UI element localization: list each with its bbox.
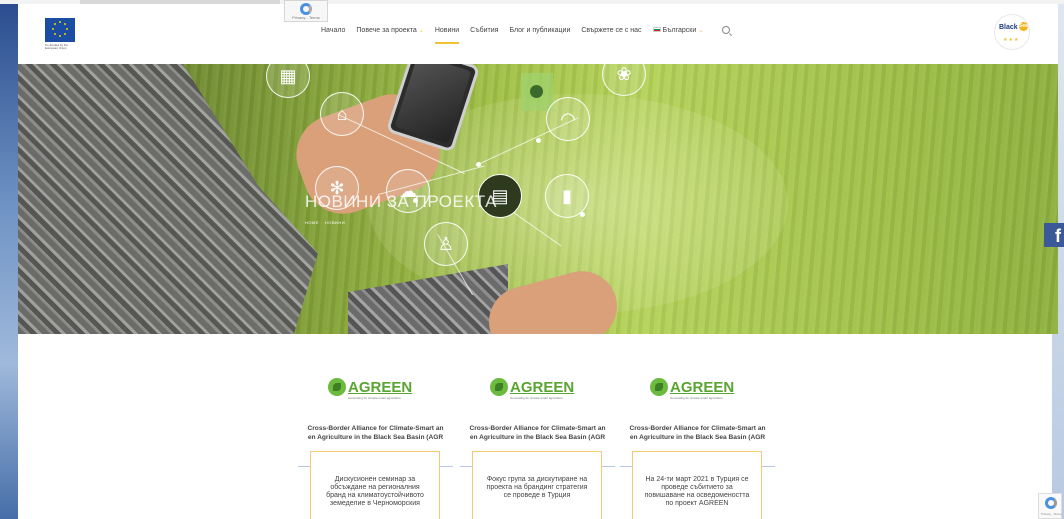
card-title-line: en Agriculture in the Black Sea Basin (A…: [629, 434, 766, 441]
card-excerpt: Фокус група за дискутиране на проекта на…: [486, 476, 588, 499]
network-node: [476, 162, 481, 167]
nav-item-contact[interactable]: Свържете се с нас: [581, 27, 641, 34]
card-excerpt: На 24-ти март 2021 в Турция се проведе с…: [644, 476, 750, 507]
eu-flag-logo[interactable]: [45, 18, 75, 42]
breadcrumb: HOME › НОВИНИ: [305, 220, 345, 225]
recaptcha-icon: [300, 3, 312, 15]
chevron-down-icon: ⌄: [418, 27, 424, 34]
agreen-logo-tagline: Generating for climate-smart agriculture: [348, 396, 401, 400]
chevron-right-icon: ›: [321, 220, 323, 225]
hero-banner: ▦ ⌂ ✻ ☁ ▤ ◠ ▮ ❀ ♙ НОВИНИ ЗА ПРОЕКТА HOME…: [18, 64, 1058, 334]
highlight-square: [521, 73, 553, 111]
agreen-logo-tagline: Generating for climate-smart agriculture: [670, 396, 723, 400]
leaf-icon: [328, 378, 346, 396]
page-background-left: [0, 0, 18, 519]
agreen-logo-tagline: Generating for climate-smart agriculture: [510, 396, 563, 400]
nav-item-label: Повече за проекта: [356, 26, 417, 34]
nav-item-events[interactable]: Събития: [470, 27, 498, 34]
card-title[interactable]: Cross-Border Alliance for Climate-Smart …: [460, 424, 615, 442]
card-title-line: Cross-Border Alliance for Climate-Smart …: [307, 425, 444, 432]
bar-chart-icon: ▮: [545, 174, 589, 218]
black-sea-logo[interactable]: Black Sea ★★★: [994, 14, 1030, 50]
search-icon[interactable]: [722, 26, 731, 34]
card-excerpt-box[interactable]: Дискусионен семинар за обсъждане на реги…: [310, 451, 440, 519]
main-nav: Начало Повече за проекта ⌄ Новини Събития…: [321, 26, 731, 44]
site-header: Co-funded by the European Union Начало П…: [18, 4, 1058, 64]
card-title-line: Cross-Border Alliance for Climate-Smart …: [469, 425, 606, 432]
card-title-line: Cross-Border Alliance for Climate-Smart …: [629, 425, 766, 432]
nav-item-label: Начало: [321, 26, 346, 34]
nav-item-label: Блог и публикации: [509, 26, 571, 34]
logo-stars: ★★★: [1003, 37, 1020, 43]
farmer-icon: ♙: [424, 222, 468, 266]
recaptcha-badge-top[interactable]: Privacy - Terms: [284, 0, 328, 22]
card-title-line: en Agriculture in the Black Sea Basin (A…: [307, 434, 444, 441]
nav-item-blog[interactable]: Блог и публикации: [509, 27, 570, 34]
language-switcher[interactable]: Български ⌄: [652, 26, 704, 34]
page-title: НОВИНИ ЗА ПРОЕКТА: [305, 192, 497, 211]
agreen-logo: AGREEN Generating for climate-smart agri…: [490, 375, 575, 400]
card-title[interactable]: Cross-Border Alliance for Climate-Smart …: [620, 424, 775, 442]
breadcrumb-current: НОВИНИ: [324, 220, 346, 225]
breadcrumb-home[interactable]: HOME: [305, 220, 319, 225]
card-excerpt: Дискусионен семинар за обсъждане на реги…: [326, 476, 424, 507]
agreen-logo-text: AGREEN: [510, 378, 575, 396]
facebook-icon[interactable]: f: [1044, 223, 1064, 247]
agreen-logo-text: AGREEN: [670, 378, 735, 396]
chevron-down-icon: ⌄: [698, 27, 704, 34]
agreen-logo-text: AGREEN: [348, 378, 413, 396]
card-excerpt-box[interactable]: На 24-ти март 2021 в Турция се проведе с…: [632, 451, 762, 519]
nav-item-home[interactable]: Начало: [321, 27, 345, 34]
card-excerpt-box[interactable]: Фокус група за дискутиране на проекта на…: [472, 451, 602, 519]
nav-item-label: Свържете се с нас: [581, 26, 642, 34]
greenhouse-icon: ⌂: [320, 92, 364, 136]
nav-item-about-project[interactable]: Повече за проекта ⌄: [356, 27, 423, 34]
recaptcha-label: Privacy - Terms: [292, 15, 320, 20]
leaf-icon: [490, 378, 508, 396]
network-node: [536, 138, 541, 143]
bulgaria-flag-icon: [652, 27, 661, 33]
card-title-line: en Agriculture in the Black Sea Basin (A…: [469, 434, 606, 441]
language-label: Български: [662, 26, 697, 34]
wifi-signal-icon: ◠: [546, 97, 590, 141]
agreen-logo: AGREEN Generating for climate-smart agri…: [650, 375, 735, 400]
agreen-logo: AGREEN Generating for climate-smart agri…: [328, 375, 413, 400]
leaf-icon: [650, 378, 668, 396]
logo-text-badge: Sea: [1019, 22, 1028, 31]
eu-caption: Co-funded by the European Union: [45, 43, 69, 50]
nav-item-news[interactable]: Новини: [434, 26, 460, 44]
recaptcha-icon: [1045, 497, 1057, 509]
nav-item-label: Новини: [434, 26, 460, 34]
card-title[interactable]: Cross-Border Alliance for Climate-Smart …: [298, 424, 453, 442]
recaptcha-badge[interactable]: Privacy - Terms: [1038, 493, 1062, 519]
nav-item-label: Събития: [470, 26, 499, 34]
logo-text: Black: [999, 24, 1018, 31]
recaptcha-label: Privacy - Terms: [1041, 512, 1062, 516]
